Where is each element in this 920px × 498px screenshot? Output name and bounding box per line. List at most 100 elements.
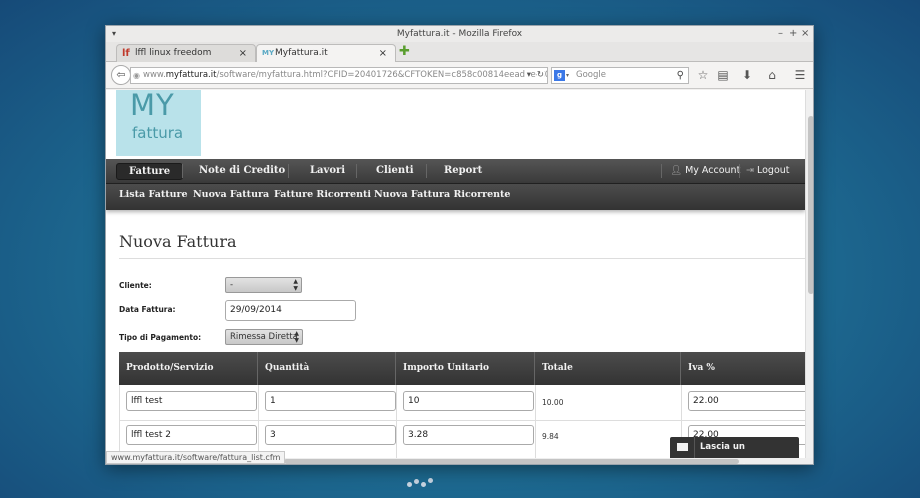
envelope-icon — [677, 443, 688, 451]
logout-icon: ⇥ — [746, 165, 757, 176]
nav-lavori[interactable]: Lavori — [310, 159, 345, 183]
logout-label: Logout — [756, 165, 790, 176]
cliente-label: Cliente: — [119, 281, 152, 290]
maximize-icon[interactable]: + — [789, 26, 797, 42]
downloads-icon[interactable]: ⬇ — [739, 67, 755, 83]
nav-divider — [182, 164, 183, 178]
nav-divider — [288, 164, 289, 178]
tab-lffl[interactable]: lf lffl linux freedom × — [116, 44, 256, 62]
nav-fatture[interactable]: Fatture — [116, 163, 184, 180]
menu-icon[interactable]: ☰ — [792, 67, 808, 83]
window-title: Myfattura.it - Mozilla Firefox — [396, 29, 523, 39]
nav-divider — [426, 164, 427, 178]
my-account-label: My Account — [685, 165, 741, 176]
myfattura-logo[interactable]: MY fattura — [116, 90, 201, 156]
col-totale-header: Totale — [535, 352, 681, 385]
tipo-pagamento-select-value: Rimessa Diretta — [230, 332, 298, 342]
select-arrows-icon: ▲ ▼ — [293, 278, 298, 292]
tipo-pagamento-select[interactable]: Rimessa Diretta ▲ ▼ — [225, 329, 303, 345]
data-fattura-label: Data Fattura: — [119, 305, 176, 314]
nav-clienti[interactable]: Clienti — [376, 159, 414, 183]
search-engine-dropdown-icon[interactable]: ▾ — [566, 68, 569, 83]
tab-label: lffl linux freedom — [135, 48, 212, 58]
status-url: www.myfattura.it/software/fattura_list.c… — [106, 451, 286, 464]
search-placeholder: Google — [576, 70, 606, 80]
cliente-select-value: - — [230, 280, 234, 290]
reload-icon[interactable]: ↻ — [536, 68, 544, 83]
lffl-favicon-icon: lf — [122, 48, 130, 59]
table-header: Prodotto/Servizio Quantità Importo Unita… — [119, 352, 805, 385]
table-border — [119, 385, 120, 458]
nav-logout[interactable]: ⇥ Logout — [746, 159, 790, 183]
page-content: MY fattura Fatture Note di Credito Lavor… — [106, 90, 813, 458]
table-border — [535, 385, 536, 458]
page-title: Nuova Fattura — [119, 232, 237, 251]
col-iva-header: Iva % — [688, 363, 715, 373]
search-input[interactable]: g ▾ Google ⚲ — [551, 67, 689, 84]
main-navigation: Fatture Note di Credito Lavori Clienti R… — [106, 159, 805, 184]
tipo-pagamento-label: Tipo di Pagamento: — [119, 333, 202, 342]
data-fattura-input[interactable]: 29/09/2014 — [225, 300, 356, 321]
url-path: /software/myfattura.html?CFID=20401726&C… — [216, 70, 548, 80]
bookmark-star-icon[interactable]: ☆ — [695, 67, 711, 83]
col-quantita-header: Quantità — [258, 352, 396, 385]
chat-label: Lascia un messaggio — [700, 442, 751, 464]
nav-my-account[interactable]: 👤︎ My Account — [670, 159, 740, 183]
iva-input[interactable]: 22.00 — [688, 391, 808, 411]
dock-loading-indicator — [405, 478, 437, 490]
home-icon[interactable]: ⌂ — [764, 67, 780, 83]
search-engine-icon[interactable]: g — [554, 70, 565, 81]
quantita-input[interactable]: 3 — [265, 425, 396, 445]
nav-divider — [356, 164, 357, 178]
title-divider — [119, 258, 805, 259]
firefox-window: ▾ Myfattura.it - Mozilla Firefox – + × l… — [105, 25, 814, 465]
subnav-lista-fatture[interactable]: Lista Fatture — [119, 184, 188, 206]
col-prodotto-header: Prodotto/Servizio — [119, 352, 258, 385]
new-tab-icon[interactable]: ✚ — [399, 45, 410, 58]
window-titlebar: ▾ Myfattura.it - Mozilla Firefox – + × — [106, 26, 813, 42]
vertical-scrollbar[interactable] — [805, 90, 813, 458]
importo-input[interactable]: 3.28 — [403, 425, 534, 445]
navigation-bar: ⇦ ◉ www.myfattura.it/software/myfattura.h… — [106, 62, 813, 89]
close-window-icon[interactable]: × — [801, 26, 809, 42]
tab-myfattura[interactable]: MY Myfattura.it × — [256, 44, 396, 62]
cliente-select[interactable]: - ▲ ▼ — [225, 277, 302, 293]
user-icon: 👤︎ — [670, 165, 686, 176]
close-tab-icon[interactable]: × — [379, 45, 387, 62]
vertical-scrollbar-thumb[interactable] — [808, 116, 813, 294]
nav-report[interactable]: Report — [444, 159, 482, 183]
minimize-icon[interactable]: – — [778, 26, 783, 42]
tab-label: Myfattura.it — [275, 48, 328, 58]
back-icon[interactable]: ⇦ — [111, 65, 131, 85]
myfattura-favicon-icon: MY — [262, 49, 275, 57]
window-menu-icon[interactable]: ▾ — [112, 26, 116, 42]
url-history-dropdown-icon[interactable]: ▾ — [524, 68, 531, 83]
chat-message-button[interactable]: Lascia un messaggio — [670, 437, 799, 464]
row-divider — [119, 420, 805, 421]
quantita-input[interactable]: 1 — [265, 391, 396, 411]
table-border — [396, 385, 397, 458]
bookmarks-menu-icon[interactable]: ▤ — [715, 67, 731, 83]
sub-navigation: Lista Fatture Nuova Fattura Fatture Rico… — [106, 184, 805, 210]
url-bar[interactable]: ◉ www.myfattura.it/software/myfattura.htm… — [130, 67, 548, 84]
subnav-fatture-ricorrenti[interactable]: Fatture Ricorrenti — [274, 184, 371, 206]
search-icon[interactable]: ⚲ — [677, 68, 684, 83]
subnav-nuova-fattura-ricorrente[interactable]: Nuova Fattura Ricorrente — [374, 184, 510, 206]
prodotto-input[interactable]: lffl test — [126, 391, 257, 411]
logo-text-fattura: fattura — [132, 124, 184, 142]
nav-divider — [661, 164, 662, 178]
totale-value: 10.00 — [542, 398, 564, 407]
tab-bar: lf lffl linux freedom × MY Myfattura.it … — [106, 42, 813, 62]
importo-input[interactable]: 10 — [403, 391, 534, 411]
close-tab-icon[interactable]: × — [239, 45, 247, 62]
site-identity-icon[interactable]: ◉ — [133, 68, 140, 83]
prodotto-input[interactable]: lffl test 2 — [126, 425, 257, 445]
nav-note-di-credito[interactable]: Note di Credito — [199, 159, 285, 183]
url-prefix: www. — [143, 70, 166, 80]
logo-text-my: MY — [130, 90, 175, 122]
col-importo-header: Importo Unitario — [396, 352, 535, 385]
horizontal-scrollbar-thumb[interactable] — [284, 459, 739, 464]
subnav-nuova-fattura[interactable]: Nuova Fattura — [193, 184, 269, 206]
totale-value: 9.84 — [542, 432, 559, 441]
url-host: myfattura.it — [165, 70, 217, 80]
